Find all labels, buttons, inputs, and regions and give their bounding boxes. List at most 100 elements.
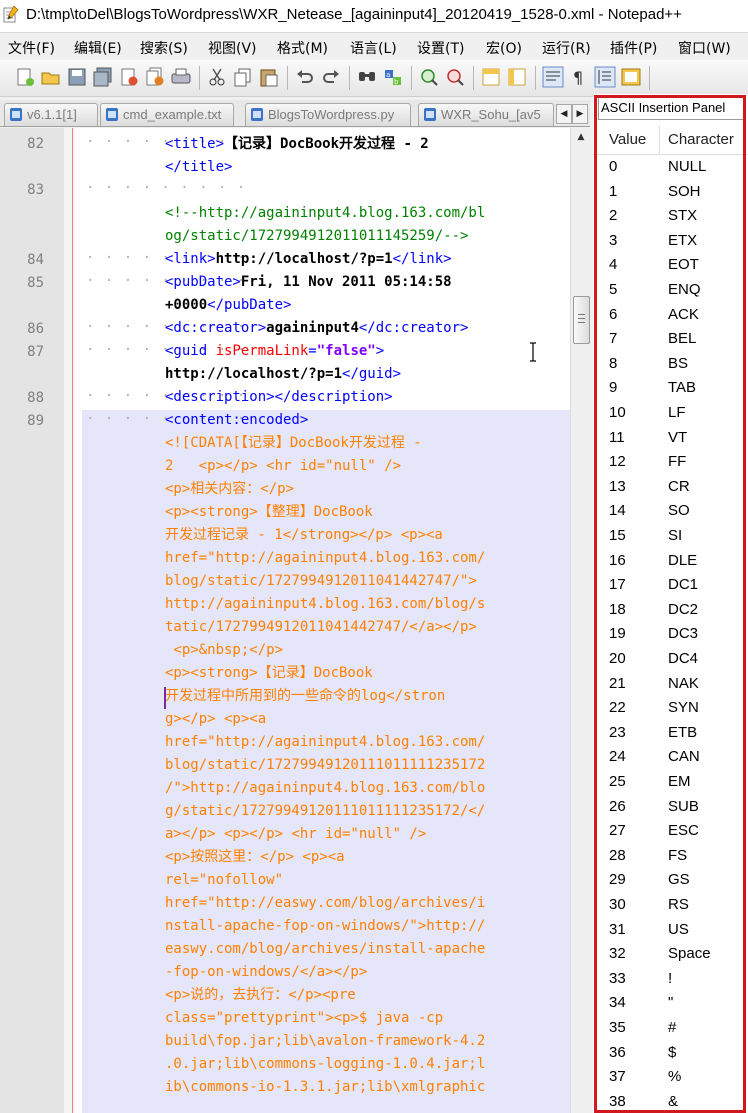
ascii-character[interactable]: BEL: [668, 330, 696, 347]
menu-window[interactable]: 窗口(W): [678, 38, 731, 58]
new-file-icon[interactable]: [14, 66, 36, 88]
menu-settings[interactable]: 设置(T): [417, 38, 464, 58]
ascii-value[interactable]: 2: [609, 207, 617, 224]
code-line[interactable]: og/static/1727994912011011145259/-->: [165, 225, 468, 248]
code-line[interactable]: 开发过程中所用到的一些命令的log</stron: [165, 685, 445, 708]
ascii-character[interactable]: US: [668, 921, 689, 938]
ascii-value[interactable]: 9: [609, 379, 617, 396]
ascii-character[interactable]: SOH: [668, 183, 701, 200]
paste-icon[interactable]: [258, 66, 280, 88]
code-line[interactable]: .0.jar;lib\commons-logging-1.0.4.jar;l: [165, 1053, 485, 1076]
ascii-character[interactable]: RS: [668, 896, 689, 913]
code-line[interactable]: <description></description>: [165, 386, 393, 409]
ascii-character[interactable]: DC1: [668, 576, 698, 593]
close-icon[interactable]: [118, 66, 140, 88]
ascii-value[interactable]: 6: [609, 306, 617, 323]
code-line[interactable]: href="http://againinput4.blog.163.com/: [165, 731, 485, 754]
ascii-character[interactable]: SYN: [668, 699, 699, 716]
ascii-character[interactable]: ETX: [668, 232, 697, 249]
ascii-value[interactable]: 27: [609, 822, 626, 839]
code-line[interactable]: 开发过程记录 - 1</strong></p> <p><a: [165, 524, 443, 547]
code-line[interactable]: g/static/17279949120111011111235172/</: [165, 800, 485, 823]
tab-scroll-left-icon[interactable]: ◀: [556, 104, 572, 124]
ascii-value[interactable]: 5: [609, 281, 617, 298]
ascii-value[interactable]: 29: [609, 871, 626, 888]
word-wrap-icon[interactable]: [542, 66, 564, 88]
zoom-out-icon[interactable]: [444, 66, 466, 88]
user-defined-lang-icon[interactable]: [620, 66, 642, 88]
column-header-value[interactable]: Value: [609, 131, 646, 148]
ascii-value[interactable]: 7: [609, 330, 617, 347]
tab-v611[interactable]: v6.1.1[1]: [4, 103, 98, 126]
code-line[interactable]: ib\commons-io-1.3.1.jar;lib\xmlgraphic: [165, 1076, 485, 1099]
ascii-value[interactable]: 21: [609, 675, 626, 692]
ascii-value[interactable]: 18: [609, 601, 626, 618]
ascii-value[interactable]: 25: [609, 773, 626, 790]
replace-icon[interactable]: ab: [382, 66, 404, 88]
ascii-character[interactable]: GS: [668, 871, 690, 888]
ascii-character[interactable]: TAB: [668, 379, 696, 396]
code-line[interactable]: href="http://againinput4.blog.163.com/: [165, 547, 485, 570]
ascii-value[interactable]: 19: [609, 625, 626, 642]
save-icon[interactable]: [66, 66, 88, 88]
menu-edit[interactable]: 编辑(E): [74, 38, 122, 58]
code-line[interactable]: <title>【记录】DocBook开发过程 - 2: [165, 133, 429, 156]
code-line[interactable]: tatic/1727994912011041442747/</a></p>: [165, 616, 477, 639]
ascii-value[interactable]: 20: [609, 650, 626, 667]
ascii-character[interactable]: DC2: [668, 601, 698, 618]
copy-icon[interactable]: [232, 66, 254, 88]
code-line[interactable]: +0000</pubDate>: [165, 294, 291, 317]
code-line[interactable]: <guid isPermaLink="false">: [165, 340, 384, 363]
close-all-icon[interactable]: [144, 66, 166, 88]
ascii-value[interactable]: 37: [609, 1068, 626, 1085]
code-line[interactable]: <link>http://localhost/?p=1</link>: [165, 248, 452, 271]
ascii-value[interactable]: 14: [609, 502, 626, 519]
undo-icon[interactable]: [294, 66, 316, 88]
ascii-character[interactable]: Space: [668, 945, 711, 962]
code-line[interactable]: a></p> <p></p> <hr id="null" />: [165, 823, 426, 846]
ascii-value[interactable]: 17: [609, 576, 626, 593]
tab-scroll-right-icon[interactable]: ▶: [572, 104, 588, 124]
code-line[interactable]: <p>说的，去执行：</p><pre: [165, 984, 356, 1007]
code-line[interactable]: http://localhost/?p=1</guid>: [165, 363, 401, 386]
ascii-character[interactable]: ACK: [668, 306, 699, 323]
tab-blogstowordpress[interactable]: BlogsToWordpress.py: [245, 103, 411, 126]
ascii-value[interactable]: 35: [609, 1019, 626, 1036]
code-line[interactable]: blog/static/1727994912011041442747/">: [165, 570, 477, 593]
code-line[interactable]: class="prettyprint"><p>$ java -cp: [165, 1007, 443, 1030]
editor[interactable]: 82 83 84 85 86 87 88 89 · · · · · · · · …: [0, 128, 590, 1113]
code-line[interactable]: /">http://againinput4.blog.163.com/blo: [165, 777, 485, 800]
ascii-character[interactable]: VT: [668, 429, 687, 446]
menu-run[interactable]: 运行(R): [542, 38, 591, 58]
tab-wxr-sohu[interactable]: WXR_Sohu_[av5: [418, 103, 554, 126]
ascii-value[interactable]: 36: [609, 1044, 626, 1061]
ascii-value[interactable]: 31: [609, 921, 626, 938]
save-all-icon[interactable]: [92, 66, 114, 88]
show-all-chars-icon[interactable]: ¶: [568, 66, 590, 88]
code-line[interactable]: rel="nofollow": [165, 869, 283, 892]
ascii-value[interactable]: 34: [609, 994, 626, 1011]
ascii-character[interactable]: EOT: [668, 256, 699, 273]
code-line[interactable]: <p>相关内容：</p>: [165, 478, 294, 501]
ascii-character[interactable]: DC3: [668, 625, 698, 642]
ascii-character[interactable]: #: [668, 1019, 676, 1036]
code-line[interactable]: easwy.com/blog/archives/install-apache: [165, 938, 485, 961]
ascii-character[interactable]: EM: [668, 773, 691, 790]
ascii-value[interactable]: 30: [609, 896, 626, 913]
menu-language[interactable]: 语言(L): [350, 38, 397, 58]
ascii-value[interactable]: 0: [609, 158, 617, 175]
menu-view[interactable]: 视图(V): [208, 38, 257, 58]
ascii-character[interactable]: NAK: [668, 675, 699, 692]
code-line[interactable]: -fop-on-windows/</a></p>: [165, 961, 367, 984]
find-icon[interactable]: [356, 66, 378, 88]
code-line[interactable]: http://againinput4.blog.163.com/blog/s: [165, 593, 485, 616]
ascii-character[interactable]: SUB: [668, 798, 699, 815]
ascii-value[interactable]: 10: [609, 404, 626, 421]
scrollbar-thumb[interactable]: [573, 296, 590, 344]
code-line[interactable]: <p><strong>【整理】DocBook: [165, 501, 373, 524]
code-line[interactable]: <p>按照这里：</p> <p><a: [165, 846, 345, 869]
ascii-character[interactable]: SO: [668, 502, 690, 519]
code-line[interactable]: g></p> <p><a: [165, 708, 266, 731]
ascii-value[interactable]: 22: [609, 699, 626, 716]
ascii-character[interactable]: ": [668, 994, 673, 1011]
